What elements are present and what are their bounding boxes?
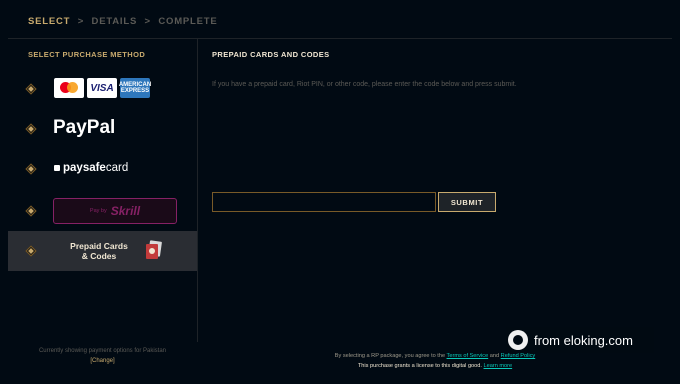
learn-more-link[interactable]: Learn more	[484, 363, 513, 369]
diamond-icon	[25, 205, 37, 217]
breadcrumb-separator: >	[144, 16, 151, 27]
diamond-icon	[25, 83, 37, 95]
method-paysafecard[interactable]: paysafecard	[8, 149, 197, 189]
method-credit-cards[interactable]: VISA AMERICAN EXPRESS	[8, 69, 197, 109]
code-input[interactable]	[212, 192, 436, 212]
prepaid-label-line2: & Codes	[81, 251, 117, 261]
breadcrumb-complete: COMPLETE	[158, 16, 218, 27]
skrill-logo: Skrill	[110, 204, 141, 218]
breadcrumb: SELECT > DETAILS > COMPLETE	[28, 16, 218, 27]
sidebar-title: SELECT PURCHASE METHOD	[28, 50, 146, 59]
page-title: PREPAID CARDS AND CODES	[212, 50, 330, 59]
watermark: from eloking.com	[506, 327, 654, 353]
paysafe-suffix: card	[105, 162, 129, 174]
change-region-link[interactable]: [Change]	[8, 356, 197, 366]
method-prepaid-cards[interactable]: Prepaid Cards & Codes	[8, 231, 197, 271]
region-text: Currently showing payment options for Pa…	[38, 348, 167, 354]
prepaid-label: Prepaid Cards & Codes	[64, 241, 134, 261]
legal-footer: By selecting a RP package, you agree to …	[300, 351, 570, 371]
region-info: Currently showing payment options for Pa…	[8, 346, 197, 366]
payment-method-sidebar: SELECT PURCHASE METHOD VISA AMERICAN EXP…	[8, 39, 198, 342]
lock-icon	[54, 165, 60, 171]
refund-policy-link[interactable]: Refund Policy	[501, 353, 536, 359]
watermark-text: from eloking.com	[534, 332, 633, 348]
terms-prefix: By selecting a RP package, you agree to …	[334, 353, 446, 359]
method-skrill[interactable]: Pay by Skrill	[8, 191, 197, 231]
paysafecard-logo: paysafecard	[54, 162, 128, 174]
breadcrumb-select: SELECT	[28, 16, 71, 27]
skrill-prefix: Pay by	[89, 208, 107, 214]
visa-icon: VISA	[87, 78, 117, 98]
diamond-icon	[25, 245, 37, 257]
submit-button[interactable]: SUBMIT	[438, 192, 496, 212]
amex-icon: AMERICAN EXPRESS	[119, 78, 151, 98]
eloking-logo-icon	[508, 330, 528, 350]
method-paypal[interactable]: PayPal	[8, 109, 197, 149]
breadcrumb-separator: >	[77, 16, 85, 27]
diamond-icon	[25, 123, 37, 135]
diamond-icon	[25, 163, 37, 175]
instructions-text: If you have a prepaid card, Riot PIN, or…	[212, 81, 517, 88]
mastercard-icon	[54, 78, 84, 98]
license-text: This purchase grants a license to this d…	[357, 363, 482, 369]
paysafe-prefix: paysafe	[63, 162, 106, 174]
terms-of-service-link[interactable]: Terms of Service	[447, 353, 489, 359]
prepaid-card-icon	[146, 240, 162, 259]
paypal-logo: PayPal	[53, 117, 116, 138]
prepaid-label-line1: Prepaid Cards	[70, 241, 128, 251]
breadcrumb-details: DETAILS	[91, 16, 138, 27]
terms-and: and	[489, 353, 500, 359]
skrill-button[interactable]: Pay by Skrill	[53, 198, 177, 224]
card-logos: VISA AMERICAN EXPRESS	[54, 78, 151, 98]
